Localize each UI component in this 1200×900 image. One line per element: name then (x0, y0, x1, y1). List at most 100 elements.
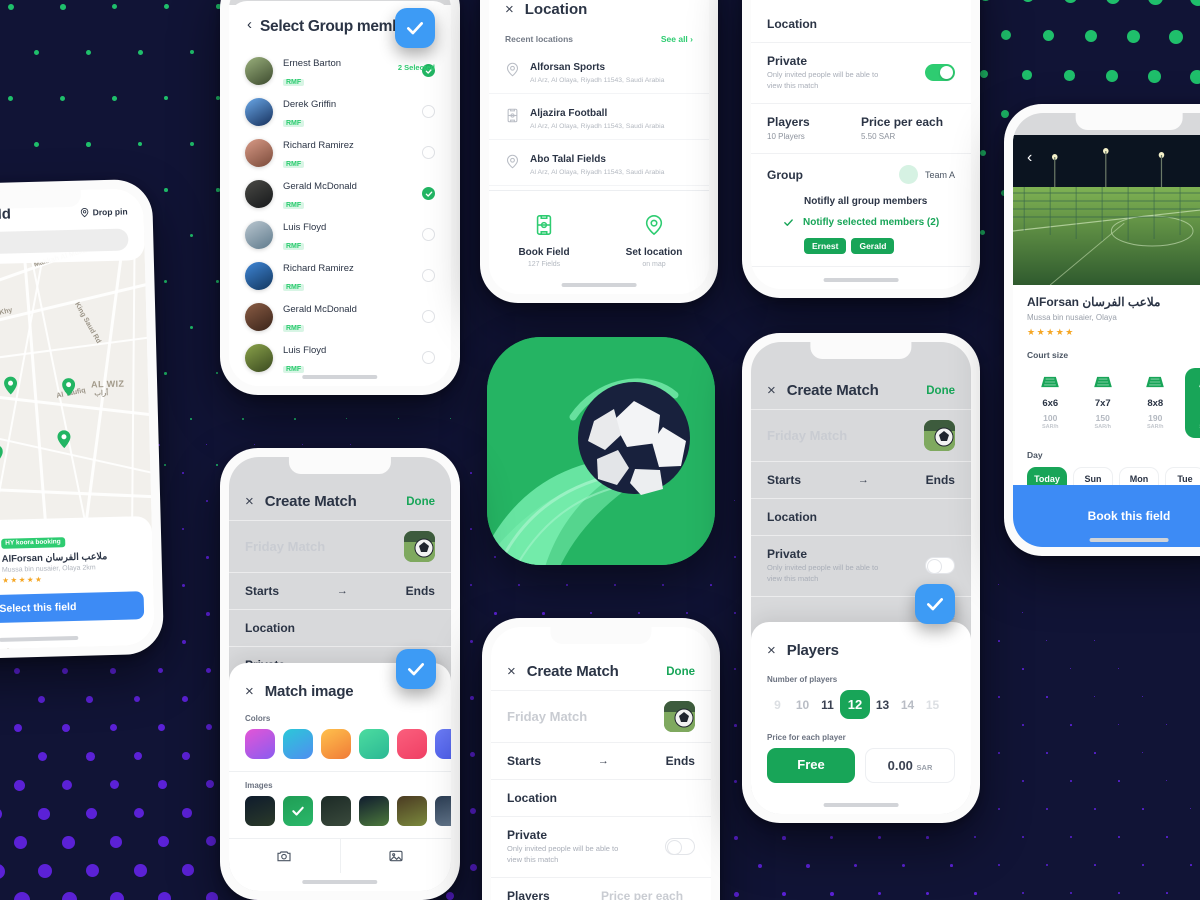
member-select-checkbox[interactable] (422, 269, 435, 283)
close-icon[interactable]: × (507, 664, 516, 679)
drop-pin-button[interactable]: Drop pin (80, 206, 128, 217)
private-toggle[interactable] (665, 838, 695, 856)
row-players-price[interactable]: Players 10 Players Price per each 5.50 S… (751, 102, 971, 154)
close-icon[interactable]: × (245, 684, 254, 699)
player-count-option[interactable]: 10 (790, 698, 815, 712)
image-thumbnail-row[interactable] (229, 796, 451, 826)
quick-action[interactable]: Book Field 127 Fields (489, 213, 599, 268)
color-swatch[interactable] (359, 729, 389, 759)
list-item[interactable]: Gerald McDonald RMF (229, 296, 451, 337)
member-select-checkbox[interactable] (422, 228, 435, 242)
done-button[interactable]: Done (406, 496, 435, 508)
custom-price-input[interactable]: 0.00 SAR (865, 748, 955, 783)
player-count-option[interactable]: 12 (840, 690, 870, 719)
list-item[interactable]: Gerald McDonald RMF (229, 173, 451, 214)
row-starts-ends[interactable]: Starts → Ends (751, 461, 971, 498)
row-location[interactable]: Location (751, 498, 971, 535)
done-button[interactable]: Done (666, 666, 695, 678)
match-name-input[interactable]: Friday Match (767, 428, 847, 443)
player-count-option[interactable]: 13 (870, 698, 895, 712)
list-item[interactable]: Aljazira Football Al Arz, Al Olaya, Riya… (489, 94, 709, 140)
select-this-field-button[interactable]: Select this field (0, 591, 145, 625)
member-chip[interactable]: Gerald (851, 238, 895, 255)
member-select-checkbox[interactable] (422, 310, 435, 324)
court-size-option[interactable]: 8x8 190 SAR/h (1132, 368, 1179, 438)
row-starts-ends[interactable]: Starts → Ends (229, 572, 451, 609)
member-select-checkbox[interactable] (422, 351, 435, 365)
map-pin[interactable] (57, 430, 71, 449)
player-count-option[interactable]: 14 (895, 698, 920, 712)
row-match-name[interactable]: Friday Match (491, 690, 711, 742)
free-price-button[interactable]: Free (767, 748, 855, 783)
close-icon[interactable]: × (767, 383, 776, 398)
photo-library-button[interactable] (341, 839, 452, 873)
list-item[interactable]: Richard Ramirez RMF (229, 132, 451, 173)
list-item[interactable]: Luis Floyd RMF (229, 337, 451, 378)
close-icon[interactable]: × (245, 494, 254, 509)
match-image-thumbnail[interactable] (404, 531, 435, 562)
image-thumbnail[interactable] (283, 796, 313, 826)
list-item[interactable]: Richard Ramirez RMF (229, 255, 451, 296)
row-location[interactable]: Location (491, 779, 711, 816)
color-swatch-row[interactable] (229, 729, 451, 759)
row-starts-ends[interactable]: Starts → Ends (491, 742, 711, 779)
player-count-option[interactable]: 9 (765, 698, 790, 712)
court-size-options[interactable]: 6x6 100 SAR/h 7x7 150 SAR/h 8x8 190 SAR/… (1027, 368, 1200, 438)
back-icon[interactable]: ‹ (1027, 149, 1032, 167)
row-players-price[interactable]: Players 10 Players Price per each Free (491, 876, 711, 900)
row-match-name[interactable]: Friday Match (751, 409, 971, 461)
row-private[interactable]: Private Only invited people will be able… (491, 816, 711, 877)
court-size-option[interactable]: 9x9 190 SAR/h (1184, 368, 1200, 438)
map-pin-selected[interactable] (0, 445, 3, 463)
player-count-option[interactable]: 11 (815, 698, 840, 712)
field-result-card[interactable]: HY koora booking AlForsan ملاعب الفرسان … (0, 515, 155, 651)
match-name-input[interactable]: Friday Match (507, 709, 587, 724)
camera-button[interactable] (229, 839, 340, 873)
member-select-checkbox[interactable] (422, 146, 435, 160)
player-count-picker[interactable]: 9 10 11 12 13 14 15 (751, 690, 971, 719)
close-icon[interactable]: × (767, 643, 776, 658)
color-swatch[interactable] (321, 729, 351, 759)
list-item[interactable]: Luis Floyd RMF (229, 214, 451, 255)
done-button[interactable]: Done (926, 385, 955, 397)
match-image-thumbnail[interactable] (924, 420, 955, 451)
list-item[interactable]: Derek Griffin RMF (229, 91, 451, 132)
row-location[interactable]: Location (751, 0, 971, 42)
member-select-checkbox[interactable] (422, 187, 435, 201)
notify-selected-option[interactable]: Notifly selected members (2) (751, 207, 971, 228)
member-select-checkbox[interactable] (422, 105, 435, 119)
image-thumbnail[interactable] (321, 796, 351, 826)
row-match-name[interactable]: Friday Match (229, 520, 451, 572)
row-private[interactable]: Private Only invited people will be able… (751, 42, 971, 103)
cursor-check-badge-players[interactable] (915, 584, 955, 624)
match-image-thumbnail[interactable] (664, 701, 695, 732)
court-size-option[interactable]: 7x7 150 SAR/h (1080, 368, 1127, 438)
list-item[interactable]: Alforsan Sports Al Arz, Al Olaya, Riyadh… (489, 48, 709, 94)
player-count-option[interactable]: 15 (920, 698, 945, 712)
close-icon[interactable]: × (505, 2, 514, 17)
back-icon[interactable]: ‹ (247, 17, 252, 33)
map-pin[interactable] (4, 376, 18, 395)
color-swatch[interactable] (435, 729, 451, 759)
color-swatch[interactable] (245, 729, 275, 759)
row-group[interactable]: Group Team A (751, 153, 971, 188)
list-item[interactable]: Abo Talal Fields Al Arz, Al Olaya, Riyad… (489, 140, 709, 186)
court-size-option[interactable]: 6x6 100 SAR/h (1027, 368, 1074, 438)
image-thumbnail[interactable] (397, 796, 427, 826)
color-swatch[interactable] (283, 729, 313, 759)
quick-action[interactable]: Set location on map (599, 213, 709, 268)
app-icon[interactable] (487, 337, 715, 565)
image-thumbnail[interactable] (435, 796, 451, 826)
see-all-link[interactable]: See all › (661, 34, 693, 44)
notify-all-option[interactable]: Notifly all group members (751, 188, 971, 207)
search-input[interactable]: Search (0, 228, 129, 256)
cursor-check-badge-image[interactable] (396, 649, 436, 689)
image-thumbnail[interactable] (245, 796, 275, 826)
member-chip[interactable]: Ernest (804, 238, 847, 255)
row-location[interactable]: Location (229, 609, 451, 646)
color-swatch[interactable] (397, 729, 427, 759)
image-thumbnail[interactable] (359, 796, 389, 826)
cursor-check-badge-group[interactable] (395, 8, 435, 48)
map-pin[interactable] (62, 378, 76, 396)
match-name-input[interactable]: Friday Match (245, 539, 325, 554)
